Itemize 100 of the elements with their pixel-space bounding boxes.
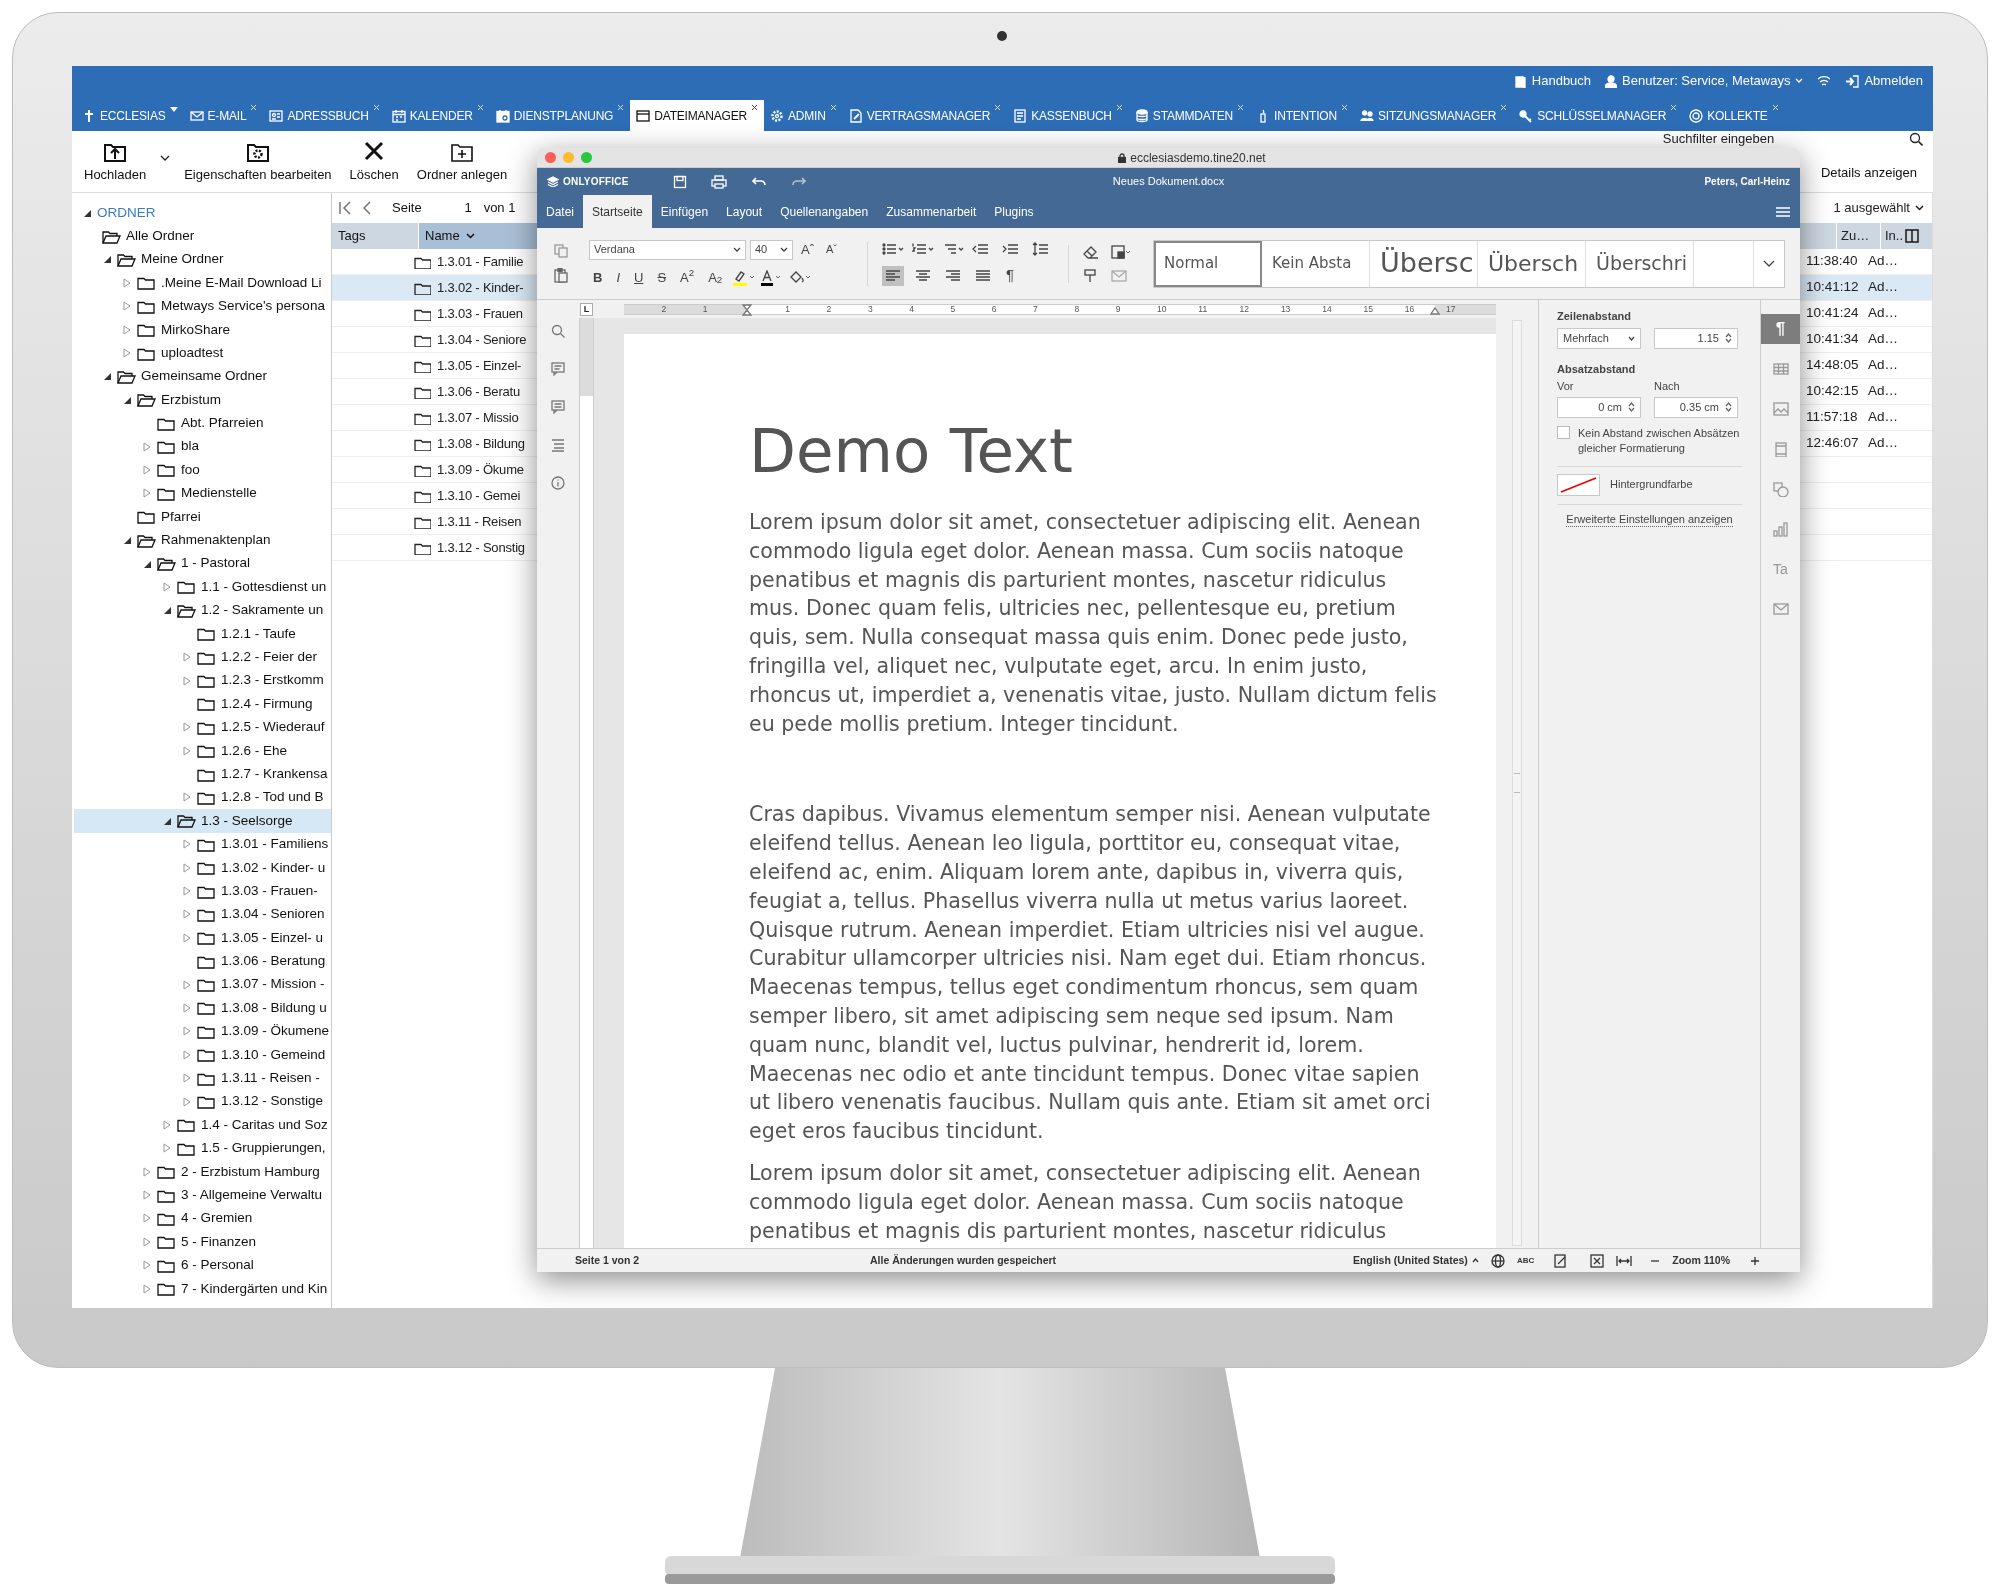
collapsed-arrow-icon[interactable] bbox=[182, 652, 192, 663]
style-preset[interactable]: Überschri bbox=[1586, 240, 1694, 287]
tree-item[interactable]: 1.3.01 - Familiens bbox=[74, 832, 331, 856]
close-button[interactable] bbox=[545, 152, 556, 163]
font-name-field[interactable]: Verdana bbox=[589, 239, 746, 260]
info-icon[interactable] bbox=[551, 476, 565, 490]
tree-item[interactable]: ORDNER bbox=[74, 201, 331, 225]
collapsed-arrow-icon[interactable] bbox=[182, 979, 192, 990]
advanced-settings-link[interactable]: Erweiterte Einstellungen anzeigen bbox=[1566, 511, 1733, 527]
ribbon-tab[interactable]: Quellenangaben bbox=[771, 195, 878, 228]
app-tab[interactable]: ADMIN bbox=[764, 100, 843, 131]
font-size-field[interactable]: 40 bbox=[750, 239, 793, 260]
details-button[interactable]: Details anzeigen bbox=[1814, 162, 1923, 184]
collapsed-arrow-icon[interactable] bbox=[142, 1283, 152, 1294]
tree-item[interactable]: 1.1 - Gottesdienst un bbox=[74, 575, 331, 599]
header-link[interactable]: Abmelden bbox=[1845, 71, 1923, 91]
expanded-arrow-icon[interactable] bbox=[122, 535, 132, 546]
tree-item[interactable]: Meine Ordner bbox=[74, 247, 331, 272]
file-row[interactable]: 1.3.02 - Kinder- bbox=[332, 275, 538, 301]
alignment-button[interactable] bbox=[882, 265, 904, 286]
tree-item[interactable]: 1.3.05 - Einzel- u bbox=[74, 926, 331, 950]
app-tab[interactable]: SITZUNGSMANAGER bbox=[1353, 100, 1514, 131]
tree-item[interactable]: Erzbistum bbox=[74, 388, 331, 412]
undo-icon[interactable] bbox=[750, 175, 767, 188]
column-header[interactable]: Tags bbox=[332, 223, 419, 249]
column-header[interactable]: In.. bbox=[1880, 223, 1932, 249]
tree-item[interactable]: Rahmenaktenplan bbox=[74, 528, 331, 552]
collapsed-arrow-icon[interactable] bbox=[182, 675, 192, 686]
app-tab[interactable]: KALENDER bbox=[385, 100, 490, 131]
print-icon[interactable] bbox=[710, 174, 727, 189]
expanded-arrow-icon[interactable] bbox=[102, 254, 112, 265]
selection-dropdown[interactable]: 1 ausgewählt bbox=[1833, 198, 1924, 218]
app-tab[interactable]: INTENTION bbox=[1250, 100, 1354, 131]
search-field[interactable]: Suchfilter eingeben bbox=[1528, 132, 1909, 146]
collapsed-arrow-icon[interactable] bbox=[162, 581, 172, 592]
indent-marker-icon[interactable] bbox=[1430, 307, 1440, 315]
tree-item[interactable]: Alle Ordner bbox=[74, 224, 331, 248]
format-button[interactable]: A$_{2}$ bbox=[704, 267, 727, 288]
ribbon-tab[interactable]: Datei bbox=[537, 195, 583, 228]
ribbon-tab[interactable]: Layout bbox=[717, 195, 772, 228]
globe-icon[interactable] bbox=[1490, 1253, 1505, 1268]
style-preset[interactable]: Kein Absta bbox=[1262, 240, 1370, 287]
app-tab[interactable]: KASSENBUCH bbox=[1007, 100, 1129, 131]
header-link[interactable]: Handbuch bbox=[1513, 71, 1592, 91]
spin-up-icon[interactable] bbox=[1725, 402, 1732, 407]
grow-font-button[interactable]: Aˆ bbox=[797, 239, 818, 260]
column-header[interactable]: Zu… bbox=[1836, 223, 1880, 249]
expanded-arrow-icon[interactable] bbox=[162, 605, 172, 616]
horizontal-ruler[interactable]: 2 1 1 2 3 4 5 6 7 8 9 10 11 12 13 14 15 16 17 bbox=[624, 304, 1496, 315]
tree-item[interactable]: uploadtest bbox=[74, 341, 331, 365]
copy-icon[interactable] bbox=[554, 244, 568, 258]
paste-icon[interactable] bbox=[554, 268, 568, 283]
format-button[interactable]: U bbox=[630, 267, 648, 288]
app-tab[interactable]: ADRESSBUCH bbox=[263, 100, 386, 131]
collapsed-arrow-icon[interactable] bbox=[182, 886, 192, 896]
app-tab[interactable]: DATEIMANAGER bbox=[630, 100, 764, 131]
tree-item[interactable]: 1.3.02 - Kinder- u bbox=[74, 855, 331, 880]
tree-item[interactable]: 1.3.08 - Bildung u bbox=[74, 996, 331, 1020]
tree-item[interactable]: 5 - Finanzen bbox=[74, 1230, 331, 1254]
header-link[interactable]: Benutzer: Service, Metaways bbox=[1605, 71, 1804, 91]
collapsed-arrow-icon[interactable] bbox=[122, 324, 132, 335]
color-swatch-button[interactable] bbox=[1557, 473, 1600, 496]
tree-item[interactable]: Gemeinsame Ordner bbox=[74, 364, 331, 389]
document-paragraph[interactable]: Lorem ipsum dolor sit amet, consectetuer adipiscing elit. Aenean commodo ligula eget dolor. Aenean massa. Cum sociis natoque penatibus et magnis dis parturient montes, nascetur ridiculus bbox=[749, 1158, 1443, 1246]
toolbar-button[interactable]: Löschen bbox=[345, 133, 403, 190]
menu-icon[interactable] bbox=[1776, 206, 1790, 217]
format-button[interactable]: B bbox=[589, 267, 607, 288]
eraser-icon[interactable] bbox=[1083, 244, 1099, 259]
tree-item[interactable]: Abt. Pfarreien bbox=[74, 411, 331, 435]
formatting-marks-button[interactable]: ¶ bbox=[1002, 265, 1019, 286]
indent-marker-icon[interactable] bbox=[742, 304, 752, 316]
collapsed-arrow-icon[interactable] bbox=[142, 1190, 152, 1201]
columns-icon[interactable] bbox=[1905, 229, 1920, 243]
collapsed-arrow-icon[interactable] bbox=[122, 348, 132, 359]
app-tab[interactable]: ECCLESIAS bbox=[76, 100, 184, 131]
app-tab[interactable]: VERTRAGSMANAGER bbox=[842, 100, 1008, 131]
collapsed-arrow-icon[interactable] bbox=[182, 1096, 192, 1107]
style-preset[interactable]: Übersc bbox=[1370, 240, 1478, 287]
toolbar-button[interactable]: Eigenschaften bearbeiten bbox=[180, 133, 336, 190]
fit-page-icon[interactable] bbox=[1590, 1253, 1605, 1268]
collapsed-arrow-icon[interactable] bbox=[182, 745, 192, 756]
ribbon-tab[interactable]: Plugins bbox=[985, 195, 1043, 228]
collapsed-arrow-icon[interactable] bbox=[182, 909, 192, 920]
shading-icon[interactable] bbox=[1111, 244, 1131, 259]
chat-icon[interactable] bbox=[551, 400, 565, 414]
app-tab[interactable]: DIENSTPLANUNG bbox=[489, 100, 631, 131]
collapsed-arrow-icon[interactable] bbox=[182, 1073, 192, 1084]
ribbon-tab[interactable]: Startseite bbox=[583, 195, 652, 228]
multilevel-list-icon[interactable] bbox=[942, 241, 964, 256]
line-spacing-dropdown[interactable]: Mehrfach bbox=[1557, 327, 1641, 349]
save-icon[interactable] bbox=[672, 174, 687, 189]
document-paragraph[interactable]: Cras dapibus. Vivamus elementum semper nisi. Aenean vulputate eleifend tellus. Aenean leo ligula, porttitor eu, consequat vitae, eleifend ac, enim. Aliquam lorem ante, dapibus in, viverra quis, feugiat a, tellus. Phasellus viverra nulla ut metus varius laoreet. Quisque rutrum. Aenean imperdiet. Etiam ultricies nisi vel augue. Curabitur ullamcorper ultricies nisi. Nam eget dui. Etiam rhoncus. Maecenas tempus, tellus eget condimentum rhoncus, sem quam semper libero, sit amet adipiscing sem neque sed ipsum. Nam quam nunc, blandit vel, luctus pulvinar, hendrerit id, lorem. Maecenas nec odio et ante tincidunt tempus. Donec vitae sapien ut libero venenatis faucibus. Nullam quis ante. Etiam sit amet orci eget eros faucibus tincidunt. bbox=[749, 800, 1443, 1146]
fit-width-icon[interactable] bbox=[1616, 1254, 1633, 1267]
tree-item[interactable]: 1.2 - Sakramente un bbox=[74, 598, 331, 623]
tree-item[interactable]: 1.3 - Seelsorge bbox=[74, 809, 331, 833]
numbered-list-icon[interactable] bbox=[912, 241, 934, 256]
spin-up-icon[interactable] bbox=[1628, 402, 1635, 407]
collapsed-arrow-icon[interactable] bbox=[142, 1166, 152, 1177]
spin-down-icon[interactable] bbox=[1725, 407, 1732, 412]
track-changes-icon[interactable] bbox=[1554, 1253, 1569, 1268]
